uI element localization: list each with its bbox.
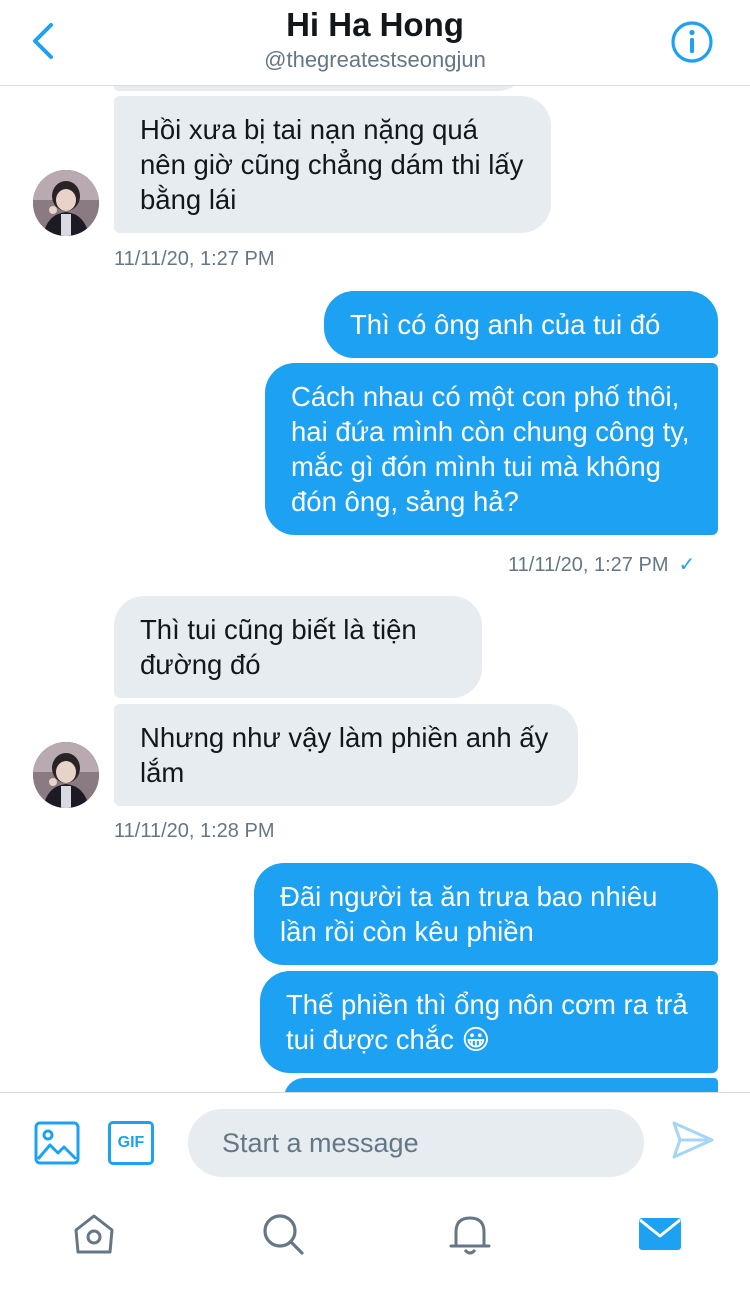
send-button[interactable] xyxy=(670,1117,716,1163)
tab-messages[interactable] xyxy=(636,1210,684,1258)
message-bubble-outgoing[interactable]: Đãi người ta ăn trưa bao nhiêu lần rồi c… xyxy=(254,863,718,965)
conversation-header: Hi Ha Hong @thegreatestseongjun xyxy=(0,0,750,86)
message-text: Đãi người ta ăn trưa bao nhiêu lần rồi c… xyxy=(280,881,658,947)
avatar[interactable] xyxy=(33,170,99,236)
message-text: Nhưng như vậy làm phiền anh ấy lắm xyxy=(140,722,549,788)
image-icon xyxy=(34,1121,80,1165)
message-bubble-incoming[interactable]: Hồi xưa bị tai nạn nặng quá nên giờ cũng… xyxy=(114,96,551,233)
gif-label: GIF xyxy=(117,1134,145,1151)
notifications-icon xyxy=(449,1216,491,1255)
message-bubble-incoming[interactable]: Nhưng như vậy làm phiền anh ấy lắm xyxy=(114,704,578,806)
message-text: Cách nhau có một con phố thôi, hai đứa m… xyxy=(291,381,690,517)
message-input[interactable] xyxy=(188,1109,644,1177)
message-composer: GIF xyxy=(0,1092,750,1192)
message-bubble-outgoing[interactable]: Thế phiền thì ổng nôn cơm ra trả tui đượ… xyxy=(260,971,718,1073)
conversation-handle: @thegreatestseongjun xyxy=(264,47,486,72)
avatar[interactable] xyxy=(33,742,99,808)
message-bubble-outgoing[interactable]: Thì có ông anh của tui đó xyxy=(324,291,718,358)
search-icon xyxy=(263,1214,304,1255)
add-image-button[interactable] xyxy=(34,1121,80,1165)
messages-icon xyxy=(639,1218,681,1250)
tab-bar xyxy=(0,1192,750,1290)
tab-home[interactable] xyxy=(70,1210,118,1258)
message-bubble-incoming[interactable]: Thì tui cũng biết là tiện đường đó xyxy=(114,596,482,698)
message-text: Thì tui cũng biết là tiện đường đó xyxy=(140,614,417,680)
message-text: Hồi xưa bị tai nạn nặng quá nên giờ cũng… xyxy=(140,114,524,215)
message-timestamp-text: 11/11/20, 1:27 PM xyxy=(508,554,669,576)
conversation-title: Hi Ha Hong xyxy=(286,6,464,43)
message-bubble-partial xyxy=(284,1078,718,1092)
send-icon xyxy=(672,1121,714,1159)
info-button[interactable] xyxy=(670,20,714,64)
tab-search[interactable] xyxy=(259,1210,307,1258)
info-icon xyxy=(671,21,713,63)
message-thread[interactable]: Hồi xưa bị tai nạn nặng quá nên giờ cũng… xyxy=(0,86,750,1092)
message-bubble-outgoing[interactable]: Cách nhau có một con phố thôi, hai đứa m… xyxy=(265,363,718,535)
add-gif-button[interactable]: GIF xyxy=(108,1121,154,1165)
message-timestamp: 11/11/20, 1:27 PM xyxy=(114,248,275,270)
message-timestamp: 11/11/20, 1:27 PM ✓ xyxy=(508,552,695,577)
message-text: Thế phiền thì ổng nôn cơm ra trả tui đượ… xyxy=(286,989,688,1055)
home-icon xyxy=(74,1214,114,1254)
message-bubble-partial xyxy=(114,86,522,91)
tab-notifications[interactable] xyxy=(446,1210,494,1258)
message-timestamp: 11/11/20, 1:28 PM xyxy=(114,820,275,842)
read-check-icon: ✓ xyxy=(678,554,696,576)
message-text: Thì có ông anh của tui đó xyxy=(350,309,661,340)
